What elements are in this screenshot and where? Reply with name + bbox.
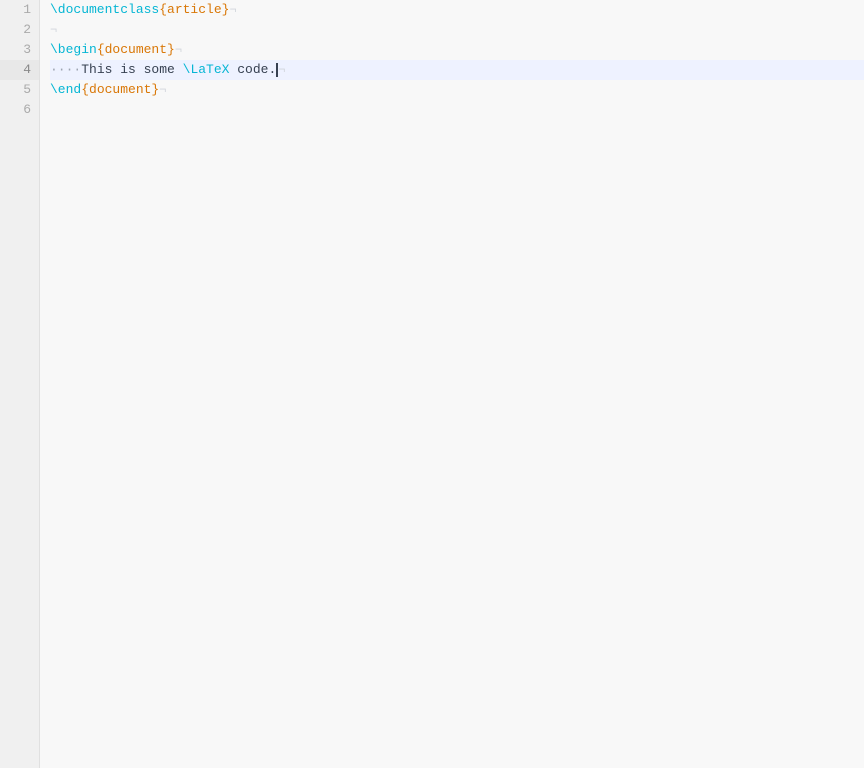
line-numbers: 1 2 3 4 5 6 — [0, 0, 40, 768]
pilcrow-4: ¬ — [278, 60, 285, 80]
text-this-is-some: This is some — [81, 60, 182, 80]
end-cmd: \end — [50, 80, 81, 100]
line-number-5: 5 — [0, 80, 39, 100]
code-line-4: ····This is some \LaTeX code.¬ — [50, 60, 864, 80]
line-number-6: 6 — [0, 100, 39, 120]
code-line-2: ¬ — [50, 20, 864, 40]
latex-cmd: \LaTeX — [183, 60, 230, 80]
documentclass-cmd: \documentclass — [50, 0, 159, 20]
end-arg: {document} — [81, 80, 159, 100]
line-number-4: 4 — [0, 60, 39, 80]
pilcrow-2: ¬ — [50, 20, 57, 40]
line-number-3: 3 — [0, 40, 39, 60]
pilcrow-1: ¬ — [229, 0, 236, 20]
code-line-5: \end{document}¬ — [50, 80, 864, 100]
line-number-2: 2 — [0, 20, 39, 40]
code-line-3: \begin{document}¬ — [50, 40, 864, 60]
pilcrow-3: ¬ — [175, 40, 182, 60]
code-line-1: \documentclass{article}¬ — [50, 0, 864, 20]
begin-cmd: \begin — [50, 40, 97, 60]
code-area[interactable]: \documentclass{article}¬ ¬ \begin{docume… — [40, 0, 864, 768]
indent-dots: ···· — [50, 60, 81, 80]
editor-container: 1 2 3 4 5 6 \documentclass{article}¬ ¬ \… — [0, 0, 864, 768]
begin-arg: {document} — [97, 40, 175, 60]
line-number-1: 1 — [0, 0, 39, 20]
documentclass-arg: {article} — [159, 0, 229, 20]
code-line-6 — [50, 100, 864, 120]
pilcrow-5: ¬ — [159, 80, 166, 100]
code-lines: \documentclass{article}¬ ¬ \begin{docume… — [40, 0, 864, 120]
text-code: code. — [229, 60, 276, 80]
